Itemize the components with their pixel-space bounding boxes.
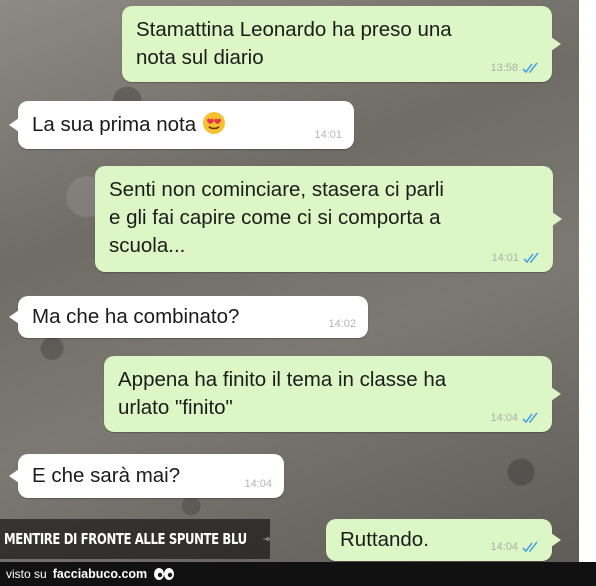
footer-prefix: visto su — [6, 567, 47, 581]
message-time: 14:04 — [244, 478, 272, 490]
message-text: Ma che ha combinato? — [32, 305, 240, 328]
message-incoming[interactable]: La sua prima nota 14:01 — [9, 101, 354, 149]
message-meta: 14:04 — [490, 541, 540, 553]
chat-background: Stamattina Leonardo ha preso una nota su… — [0, 0, 579, 562]
message-meta: 14:01 — [491, 252, 541, 264]
arrow-target-icon — [263, 537, 270, 541]
message-meta: 13:58 — [490, 62, 540, 74]
message-time: 13:58 — [490, 62, 518, 74]
message-outgoing[interactable]: Appena ha finito il tema in classe ha ur… — [104, 356, 561, 432]
message-outgoing[interactable]: Ruttando. 14:04 — [326, 519, 561, 561]
message-time: 14:04 — [490, 412, 518, 424]
message-incoming[interactable]: Ma che ha combinato? 14:02 — [9, 296, 368, 338]
message-time: 14:01 — [314, 129, 342, 141]
message-meta: 14:04 — [490, 412, 540, 424]
message-text: Stamattina Leonardo ha preso una nota su… — [136, 18, 452, 69]
message-time: 14:01 — [491, 252, 519, 264]
read-receipt-icon — [522, 412, 538, 424]
message-time: 14:04 — [490, 541, 518, 553]
read-receipt-icon — [522, 541, 538, 553]
message-text: La sua prima nota — [32, 111, 340, 139]
watermark-banner: MENTIRE DI FRONTE ALLE SPUNTE BLU — [0, 519, 270, 559]
eyes-icon — [154, 568, 175, 580]
message-incoming[interactable]: E che sarà mai? 14:04 — [9, 454, 284, 498]
footer-bar: visto su facciabuco.com — [0, 562, 596, 586]
watermark-text: MENTIRE DI FRONTE ALLE SPUNTE BLU — [4, 530, 247, 548]
message-outgoing[interactable]: Stamattina Leonardo ha preso una nota su… — [122, 6, 561, 82]
message-meta: 14:02 — [328, 318, 356, 330]
read-receipt-icon — [522, 62, 538, 74]
message-text: Senti non cominciare, stasera ci parli e… — [109, 178, 444, 257]
read-receipt-icon — [523, 252, 539, 264]
footer-site-link[interactable]: facciabuco.com — [53, 567, 147, 581]
message-text: E che sarà mai? — [32, 464, 181, 487]
message-outgoing[interactable]: Senti non cominciare, stasera ci parli e… — [95, 166, 562, 272]
message-meta: 14:01 — [314, 129, 342, 141]
message-text: Appena ha finito il tema in classe ha ur… — [118, 368, 447, 419]
message-time: 14:02 — [328, 318, 356, 330]
heart-eyes-emoji-icon — [203, 112, 226, 134]
message-meta: 14:04 — [244, 478, 272, 490]
